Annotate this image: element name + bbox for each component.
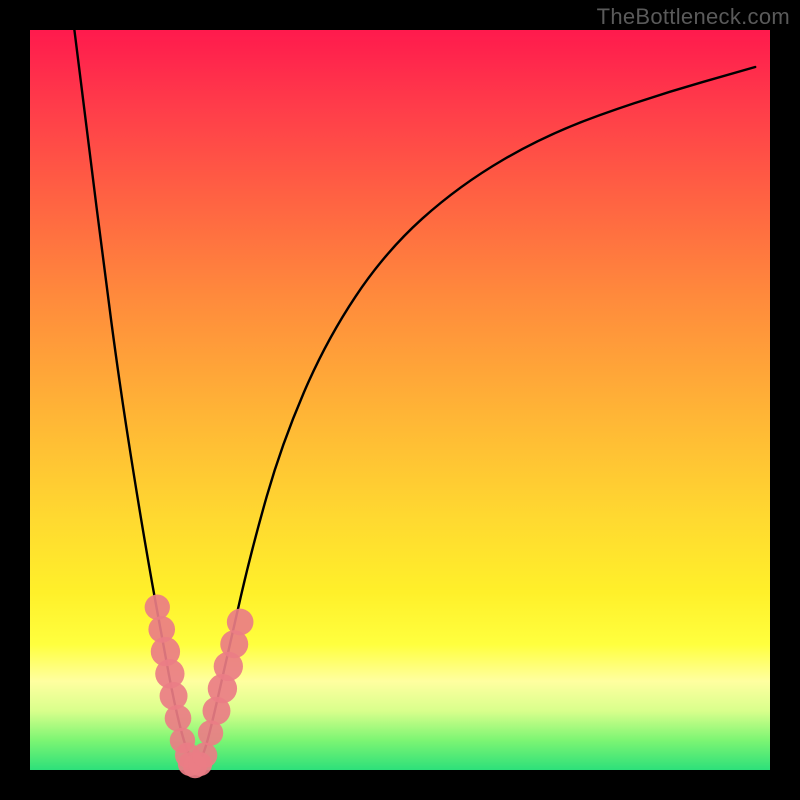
plot-area — [30, 30, 770, 770]
bead — [192, 743, 217, 768]
chart-frame: TheBottleneck.com — [0, 0, 800, 800]
watermark-text: TheBottleneck.com — [597, 4, 790, 30]
bead-group — [145, 595, 254, 779]
bead — [227, 609, 254, 636]
bead — [165, 705, 192, 732]
curve-overlay — [30, 30, 770, 770]
bead — [145, 595, 170, 620]
